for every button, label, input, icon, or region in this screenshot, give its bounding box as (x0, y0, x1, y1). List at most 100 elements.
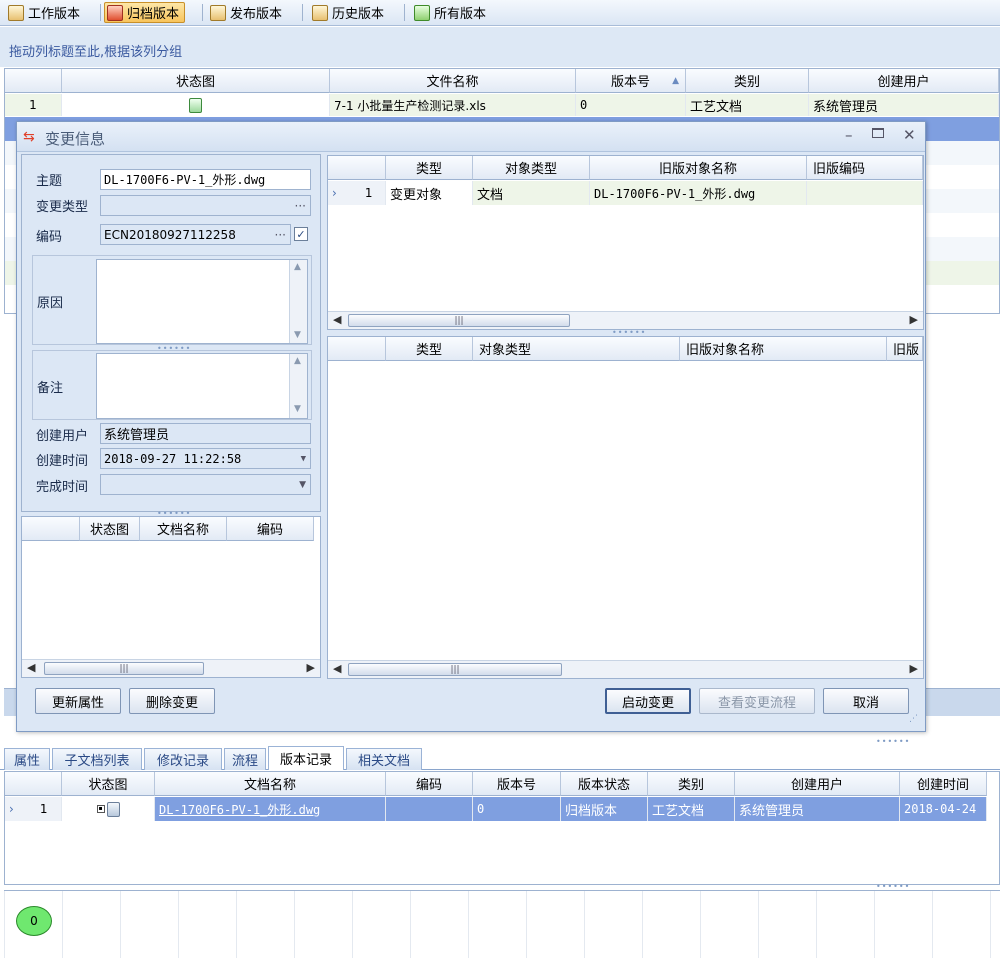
scroll-left-icon[interactable]: ◀ (333, 662, 341, 675)
row-number-header (5, 69, 62, 93)
column-header-version-status[interactable]: 版本状态 (561, 772, 648, 796)
column-header-filename[interactable]: 文件名称 (330, 69, 576, 93)
maximize-icon[interactable] (872, 128, 884, 138)
minimize-icon[interactable]: – (845, 126, 853, 144)
subject-label: 主题 (36, 173, 63, 189)
column-header-type[interactable]: 类型 (386, 337, 473, 361)
table-row[interactable]: › 1 ▪ DL-1700F6-PV-1_外形.dwg 0 归档版本 工艺文档 系… (5, 797, 987, 821)
change-object-grid: 类型 对象类型 旧版对象名称 旧版编码 › 1 变更对象 文档 DL-1700F6… (327, 155, 924, 330)
scroll-left-icon[interactable]: ◀ (27, 661, 35, 674)
column-header-object-type[interactable]: 对象类型 (473, 156, 590, 180)
vertical-scrollbar[interactable]: ▲ ▼ (289, 260, 307, 343)
tab-change-log[interactable]: 修改记录 (144, 748, 222, 770)
column-header-created-time[interactable]: 创建时间 (900, 772, 987, 796)
status-cell (62, 94, 330, 116)
all-versions-button[interactable]: 所有版本 (412, 2, 491, 23)
start-change-button[interactable]: 启动变更 (605, 688, 691, 714)
ellipsis-icon[interactable]: ··· (295, 199, 306, 213)
column-header-user[interactable]: 创建用户 (735, 772, 900, 796)
column-header-doc-name[interactable]: 文档名称 (155, 772, 386, 796)
code-input[interactable]: ECN20180927112258 ··· (100, 224, 291, 245)
scroll-thumb[interactable]: ||| (44, 662, 204, 675)
scroll-left-icon[interactable]: ◀ (333, 313, 341, 326)
update-attributes-button[interactable]: 更新属性 (35, 688, 121, 714)
change-type-input[interactable]: ··· (100, 195, 311, 216)
finished-time-picker[interactable]: ▼ (100, 474, 311, 495)
form-panel: 主题 DL-1700F6-PV-1_外形.dwg 变更类型 ··· 编码 ECN… (21, 154, 321, 512)
horizontal-scrollbar[interactable]: ◀ ||| ▶ (22, 659, 320, 677)
column-header-category[interactable]: 类别 (648, 772, 735, 796)
change-info-dialog: ⇆ 变更信息 – ✕ 主题 DL-1700F6-PV-1_外形.dwg 变更类型… (16, 121, 926, 732)
code-auto-checkbox[interactable]: ✓ (294, 227, 308, 241)
table-row[interactable]: 1 7-1 小批量生产检测记录.xls 0 工艺文档 系统管理员 (5, 94, 999, 116)
close-icon[interactable]: ✕ (903, 126, 916, 144)
scroll-right-icon[interactable]: ▶ (307, 661, 315, 674)
dropdown-arrow-icon[interactable]: ▼ (299, 480, 306, 490)
created-time-picker[interactable]: 2018-09-27 11:22:58 ▼ (100, 448, 311, 469)
column-header-version[interactable]: 版本号 (473, 772, 561, 796)
delete-change-button[interactable]: 删除变更 (129, 688, 215, 714)
ellipsis-icon[interactable]: ··· (275, 228, 286, 242)
tab-attributes[interactable]: 属性 (4, 748, 50, 770)
file-name-cell: 7-1 小批量生产检测记录.xls (330, 94, 576, 116)
flow-node[interactable]: 0 (16, 906, 52, 936)
column-header-old-name[interactable]: 旧版对象名称 (680, 337, 887, 361)
tab-flow[interactable]: 流程 (224, 748, 266, 770)
user-cell: 系统管理员 (735, 797, 900, 821)
column-header-category[interactable]: 类别 (686, 69, 809, 93)
subject-input[interactable]: DL-1700F6-PV-1_外形.dwg (100, 169, 311, 190)
archive-version-button[interactable]: 归档版本 (104, 2, 186, 23)
tab-version-records[interactable]: 版本记录 (268, 746, 344, 770)
expand-icon: ▪ (96, 805, 105, 813)
column-header-old-name[interactable]: 旧版对象名称 (590, 156, 807, 180)
change-icon: ⇆ (23, 129, 35, 145)
dropdown-arrow-icon[interactable]: ▼ (301, 454, 306, 464)
column-header-object-type[interactable]: 对象类型 (473, 337, 680, 361)
horizontal-scrollbar[interactable]: ◀ ||| ▶ (328, 660, 923, 678)
row-number: 1 (5, 94, 62, 116)
vertical-scrollbar[interactable]: ▲ ▼ (289, 354, 307, 418)
cancel-button[interactable]: 取消 (823, 688, 909, 714)
column-header-type[interactable]: 类型 (386, 156, 473, 180)
history-version-button[interactable]: 历史版本 (310, 2, 389, 23)
column-header-user[interactable]: 创建用户 (809, 69, 999, 93)
horizontal-scrollbar[interactable]: ◀ ||| ▶ (328, 311, 923, 329)
remark-group: 备注 ▲ ▼ (32, 350, 312, 420)
publish-version-button[interactable]: 发布版本 (208, 2, 287, 23)
tab-related-documents[interactable]: 相关文档 (346, 748, 422, 770)
column-header-code[interactable]: 编码 (386, 772, 473, 796)
dialog-title: 变更信息 (45, 130, 106, 148)
scroll-thumb[interactable]: ||| (348, 663, 562, 676)
column-header-code[interactable]: 编码 (227, 517, 314, 541)
scroll-thumb[interactable]: ||| (348, 314, 570, 327)
column-header-status[interactable]: 状态图 (80, 517, 140, 541)
status-cell: ▪ (62, 797, 155, 821)
creator-label: 创建用户 (36, 428, 89, 444)
category-cell: 工艺文档 (686, 94, 809, 116)
category-cell: 工艺文档 (648, 797, 735, 821)
created-time-cell: 2018-04-24 (900, 797, 987, 821)
scroll-right-icon[interactable]: ▶ (910, 313, 918, 326)
row-number-header (328, 337, 386, 361)
scroll-right-icon[interactable]: ▶ (910, 662, 918, 675)
column-header-doc-name[interactable]: 文档名称 (140, 517, 227, 541)
dialog-title-bar[interactable]: ⇆ 变更信息 – ✕ (17, 122, 925, 152)
toolbar-separator (302, 4, 303, 21)
doc-name-link[interactable]: DL-1700F6-PV-1_外形.dwg (155, 797, 386, 821)
sort-ascending-icon: ▲ (672, 75, 679, 86)
reason-textarea[interactable]: ▲ ▼ (96, 259, 308, 344)
resize-grip-icon[interactable]: ⋰ (909, 714, 918, 724)
column-header-status[interactable]: 状态图 (62, 772, 155, 796)
table-row[interactable]: › 1 变更对象 文档 DL-1700F6-PV-1_外形.dwg (328, 181, 923, 205)
history-icon (312, 4, 328, 21)
column-header-old-code[interactable]: 旧版编码 (807, 156, 923, 180)
tab-child-documents[interactable]: 子文档列表 (52, 748, 142, 770)
column-header-status[interactable]: 状态图 (62, 69, 330, 93)
column-header-version[interactable]: 版本号 ▲ (576, 69, 686, 93)
remark-textarea[interactable]: ▲ ▼ (96, 353, 308, 419)
document-list-grid: 状态图 文档名称 编码 ◀ ||| ▶ (21, 516, 321, 678)
column-header-old[interactable]: 旧版 (887, 337, 923, 361)
work-version-button[interactable]: 工作版本 (6, 2, 85, 23)
change-detail-grid: 类型 对象类型 旧版对象名称 旧版 ◀ ||| ▶ (327, 336, 924, 679)
group-by-panel[interactable]: 拖动列标题至此,根据该列分组 (0, 27, 1000, 67)
